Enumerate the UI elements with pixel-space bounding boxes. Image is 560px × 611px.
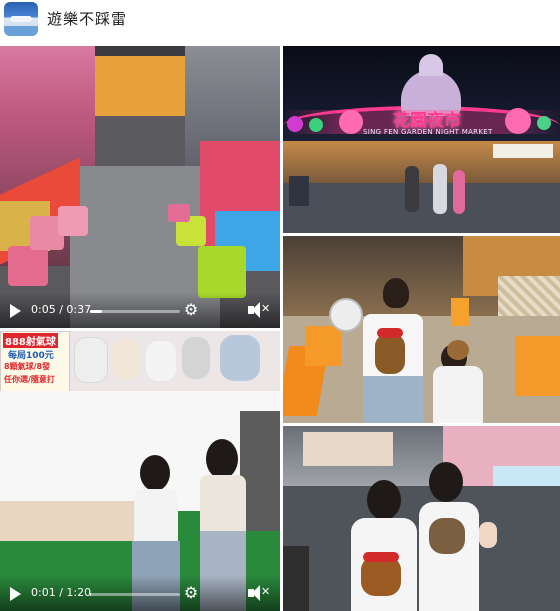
- play-icon[interactable]: [10, 587, 21, 601]
- video-time: 0:01 / 1:20: [31, 586, 92, 599]
- market-sign-sub: SING FEN GARDEN NIGHT MARKET: [363, 128, 493, 136]
- play-icon[interactable]: [10, 304, 21, 318]
- video-balloon-booth[interactable]: 888射氣球 每局100元 8顆氣球/8發 任你選/隨意打 0:01 / 1:2…: [0, 331, 280, 611]
- video-controls: 0:01 / 1:20 ⚙ ✕: [0, 575, 280, 611]
- booth-sign-line2: 8顆氣球/8發: [4, 362, 51, 371]
- video-time: 0:05 / 0:37: [31, 303, 92, 316]
- post-header: 遊樂不踩雷: [0, 0, 560, 40]
- mute-icon[interactable]: ✕: [248, 302, 270, 318]
- booth-sign-title: 888射氣球: [3, 333, 58, 348]
- video-controls: 0:05 / 0:37 ⚙ ✕: [0, 292, 280, 328]
- booth-sign-line1: 每局100元: [8, 351, 54, 361]
- page-avatar[interactable]: [4, 2, 38, 36]
- progress-bar[interactable]: [90, 593, 180, 596]
- settings-gear-icon[interactable]: ⚙: [182, 584, 200, 602]
- booth-sign-line3: 任你選/隨意打: [4, 375, 55, 384]
- photo-night-market-gate[interactable]: 花園夜市 SING FEN GARDEN NIGHT MARKET: [283, 46, 560, 233]
- progress-fill: [90, 310, 103, 313]
- photo-girls-with-plush[interactable]: [283, 426, 560, 611]
- photo-girls-orange-chairs[interactable]: [283, 236, 560, 423]
- video-arcade[interactable]: 0:05 / 0:37 ⚙ ✕: [0, 46, 280, 328]
- mute-icon[interactable]: ✕: [248, 585, 270, 601]
- page-name[interactable]: 遊樂不踩雷: [47, 8, 127, 29]
- progress-fill: [90, 593, 91, 596]
- progress-bar[interactable]: [90, 310, 180, 313]
- settings-gear-icon[interactable]: ⚙: [182, 301, 200, 319]
